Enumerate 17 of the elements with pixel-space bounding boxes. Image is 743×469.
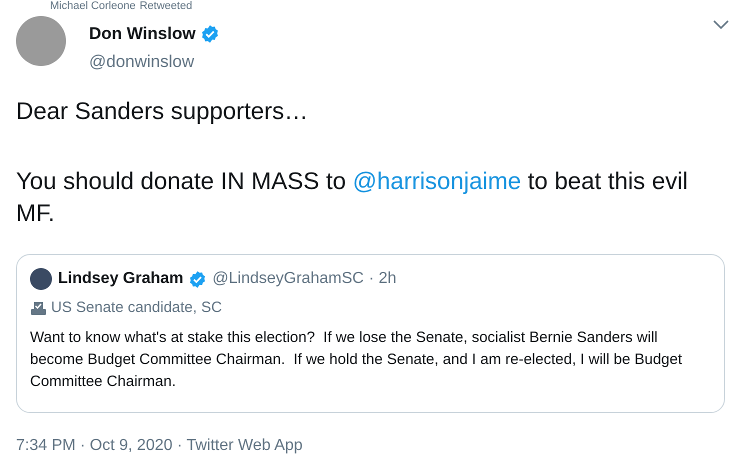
ballot-box-icon	[30, 300, 47, 316]
tweet-timestamp: 7:34 PM · Oct 9, 2020 · Twitter Web App	[16, 436, 303, 456]
retweet-label: Retweeted	[140, 0, 192, 12]
chevron-down-icon[interactable]	[713, 20, 729, 30]
avatar-placeholder[interactable]	[30, 268, 52, 290]
quoted-tweet-text: Want to know what's at stake this election? If we lose the Senate, socialist Bernie Sanders will become Budget Committee Chairman. If we hold the Senate, and I am re-elected, I will be Budget Committee Chairman.	[30, 328, 684, 392]
quoted-author-name: Lindsey Graham	[58, 269, 184, 289]
author-name[interactable]: Don Winslow	[89, 21, 196, 46]
mention-link[interactable]: @harrisonjaime	[352, 168, 522, 195]
quoted-author-handle: @LindseyGrahamSC	[212, 269, 364, 289]
account-label: US Senate candidate, SC	[51, 298, 222, 318]
tweet-text: Dear Sanders supporters…	[16, 97, 310, 127]
quoted-tweet-card[interactable]	[16, 254, 725, 413]
quoted-tweet-time: · 2h	[368, 269, 396, 289]
author-handle[interactable]: @donwinslow	[89, 48, 220, 74]
tweet-text: You should donate IN MASS to @harrisonjaime to beat this evil MF.	[16, 167, 689, 229]
retweeter-name[interactable]: Michael Corleone	[50, 0, 136, 12]
